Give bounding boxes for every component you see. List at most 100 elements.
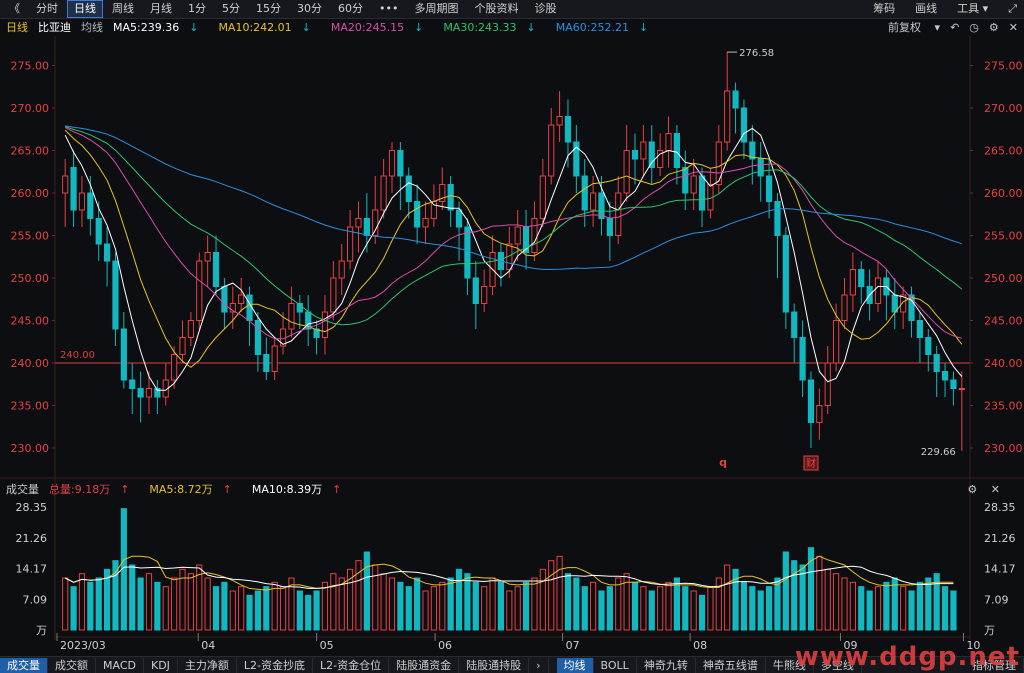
price-tick-right: 240.00 bbox=[984, 357, 1023, 370]
candle-up bbox=[958, 388, 965, 390]
candle-up bbox=[196, 260, 203, 321]
candle-down bbox=[397, 150, 404, 177]
volume-bar-up bbox=[338, 577, 345, 631]
volume-bar-up bbox=[874, 586, 882, 631]
candle-up bbox=[372, 209, 379, 236]
volume-bar-down bbox=[246, 594, 253, 631]
candle-down bbox=[221, 286, 228, 313]
volume-bar-up bbox=[388, 577, 396, 631]
ma10-line bbox=[64, 129, 963, 368]
tab-macd[interactable]: MACD bbox=[96, 657, 144, 673]
candle-down bbox=[447, 184, 454, 211]
volume-bar-down bbox=[95, 577, 102, 631]
candle-down bbox=[414, 201, 421, 228]
tab-hk-connect-hold[interactable]: 陆股通持股 bbox=[459, 657, 530, 673]
price-tick-right: 270.00 bbox=[984, 102, 1023, 115]
volume-bar-up bbox=[556, 555, 563, 631]
tab-l2-position[interactable]: L2-资金仓位 bbox=[313, 657, 390, 673]
candle-down bbox=[95, 218, 102, 245]
candle-down bbox=[941, 371, 949, 381]
candle-up bbox=[724, 90, 731, 143]
price-tick-left: 255.00 bbox=[11, 230, 50, 243]
volume-bar-up bbox=[548, 560, 555, 631]
tab-l2-bottom[interactable]: L2-资金抄底 bbox=[237, 657, 314, 673]
tab-magic-five[interactable]: 神奇五线谱 bbox=[696, 657, 766, 673]
hline-label: 240.00 bbox=[60, 350, 95, 361]
candle-down bbox=[891, 294, 898, 313]
candle-down bbox=[765, 175, 773, 202]
candle-down bbox=[112, 260, 119, 330]
tab-kdj[interactable]: KDJ bbox=[144, 657, 178, 673]
arrow-up-icon: ↑ bbox=[120, 483, 130, 496]
volume-bar-up bbox=[229, 590, 236, 631]
candle-up bbox=[531, 218, 538, 253]
date-label: 04 bbox=[201, 639, 215, 652]
volume-bar-down bbox=[522, 581, 530, 631]
candle-down bbox=[363, 218, 370, 236]
candle-up bbox=[187, 320, 194, 338]
tab-turnover[interactable]: 成交额 bbox=[48, 657, 96, 673]
volume-bar-up bbox=[271, 581, 278, 631]
settings-icon[interactable]: ⚙ bbox=[967, 483, 977, 496]
candle-up bbox=[338, 260, 345, 279]
price-axis-right: 230.00 235.00 240.00 245.00 250.00 255.00 260.… bbox=[970, 60, 1023, 455]
volume-bar-up bbox=[640, 586, 647, 631]
volume-ma5: MA5:8.72万 ↑ bbox=[149, 481, 241, 497]
volume-bar-down bbox=[598, 590, 605, 631]
candle-down bbox=[916, 320, 924, 338]
candle-up bbox=[590, 192, 597, 211]
volume-bar-down bbox=[941, 586, 949, 631]
price-tick-right: 245.00 bbox=[984, 315, 1023, 328]
tab-volume[interactable]: 成交量 bbox=[0, 657, 48, 673]
volume-bar-up bbox=[204, 577, 211, 631]
volume-bar-down bbox=[254, 590, 262, 631]
volume-bar-down bbox=[858, 586, 865, 631]
candle-down bbox=[757, 158, 764, 177]
candle-down bbox=[129, 379, 136, 389]
volume-bar-down bbox=[87, 581, 94, 631]
volume-bar-up bbox=[900, 586, 907, 631]
candle-up bbox=[288, 303, 295, 330]
volume-bar-up bbox=[321, 581, 329, 631]
price-tick-left: 275.00 bbox=[11, 60, 50, 73]
tab-hk-connect-fund[interactable]: 陆股通资金 bbox=[389, 657, 460, 673]
volume-bar-down bbox=[564, 573, 572, 631]
volume-bar-up bbox=[506, 590, 513, 631]
candle-down bbox=[103, 243, 111, 262]
tab-main-net[interactable]: 主力净额 bbox=[178, 657, 237, 673]
tab-magic-nine[interactable]: 神奇九转 bbox=[637, 657, 696, 673]
volume-bar-up bbox=[481, 586, 488, 631]
volume-bar-down bbox=[221, 581, 228, 631]
volume-bar-up bbox=[841, 577, 848, 631]
tab-ma[interactable]: 均线 bbox=[556, 657, 594, 673]
price-tick-left: 240.00 bbox=[11, 357, 50, 370]
watermark: www.ddgp.net bbox=[794, 642, 1020, 672]
volume-total: 总量:9.18万 ↑ bbox=[49, 481, 139, 497]
volume-bar-up bbox=[422, 590, 429, 631]
tab-boll[interactable]: BOLL bbox=[594, 657, 637, 673]
volume-ma10: MA10:8.39万 ↑ bbox=[252, 481, 351, 497]
price-tick-left: 270.00 bbox=[11, 102, 50, 115]
candle-down bbox=[212, 252, 220, 287]
candle-up bbox=[816, 405, 823, 423]
candle-down bbox=[120, 328, 127, 381]
event-marker-q[interactable]: q bbox=[719, 456, 727, 469]
candle-down bbox=[598, 192, 605, 219]
financial-marker[interactable]: 财 bbox=[806, 457, 816, 470]
price-tick-right: 235.00 bbox=[984, 400, 1023, 413]
date-label: 06 bbox=[438, 639, 452, 652]
volume-tick-right: 21.26 bbox=[984, 532, 1016, 545]
candle-up bbox=[355, 218, 362, 228]
volume-bar-down bbox=[631, 581, 639, 631]
volume-unit-left: 万 bbox=[36, 624, 47, 637]
candle-up bbox=[615, 192, 622, 236]
kline-chart[interactable]: 230.00 235.00 240.00 245.00 250.00 255.00 260.… bbox=[0, 0, 1024, 672]
volume-indicator-row: 成交量 总量:9.18万 ↑ MA5:8.72万 ↑ MA10:8.39万 ↑ ⚙ ✕ bbox=[0, 481, 1024, 497]
candle-up bbox=[145, 388, 153, 398]
more-tabs-icon[interactable]: › bbox=[529, 657, 549, 673]
price-tick-right: 265.00 bbox=[984, 145, 1023, 158]
volume-bar-down bbox=[464, 573, 471, 631]
candle-down bbox=[581, 175, 588, 211]
close-icon[interactable]: ✕ bbox=[991, 483, 1000, 496]
candle-up bbox=[330, 277, 337, 313]
